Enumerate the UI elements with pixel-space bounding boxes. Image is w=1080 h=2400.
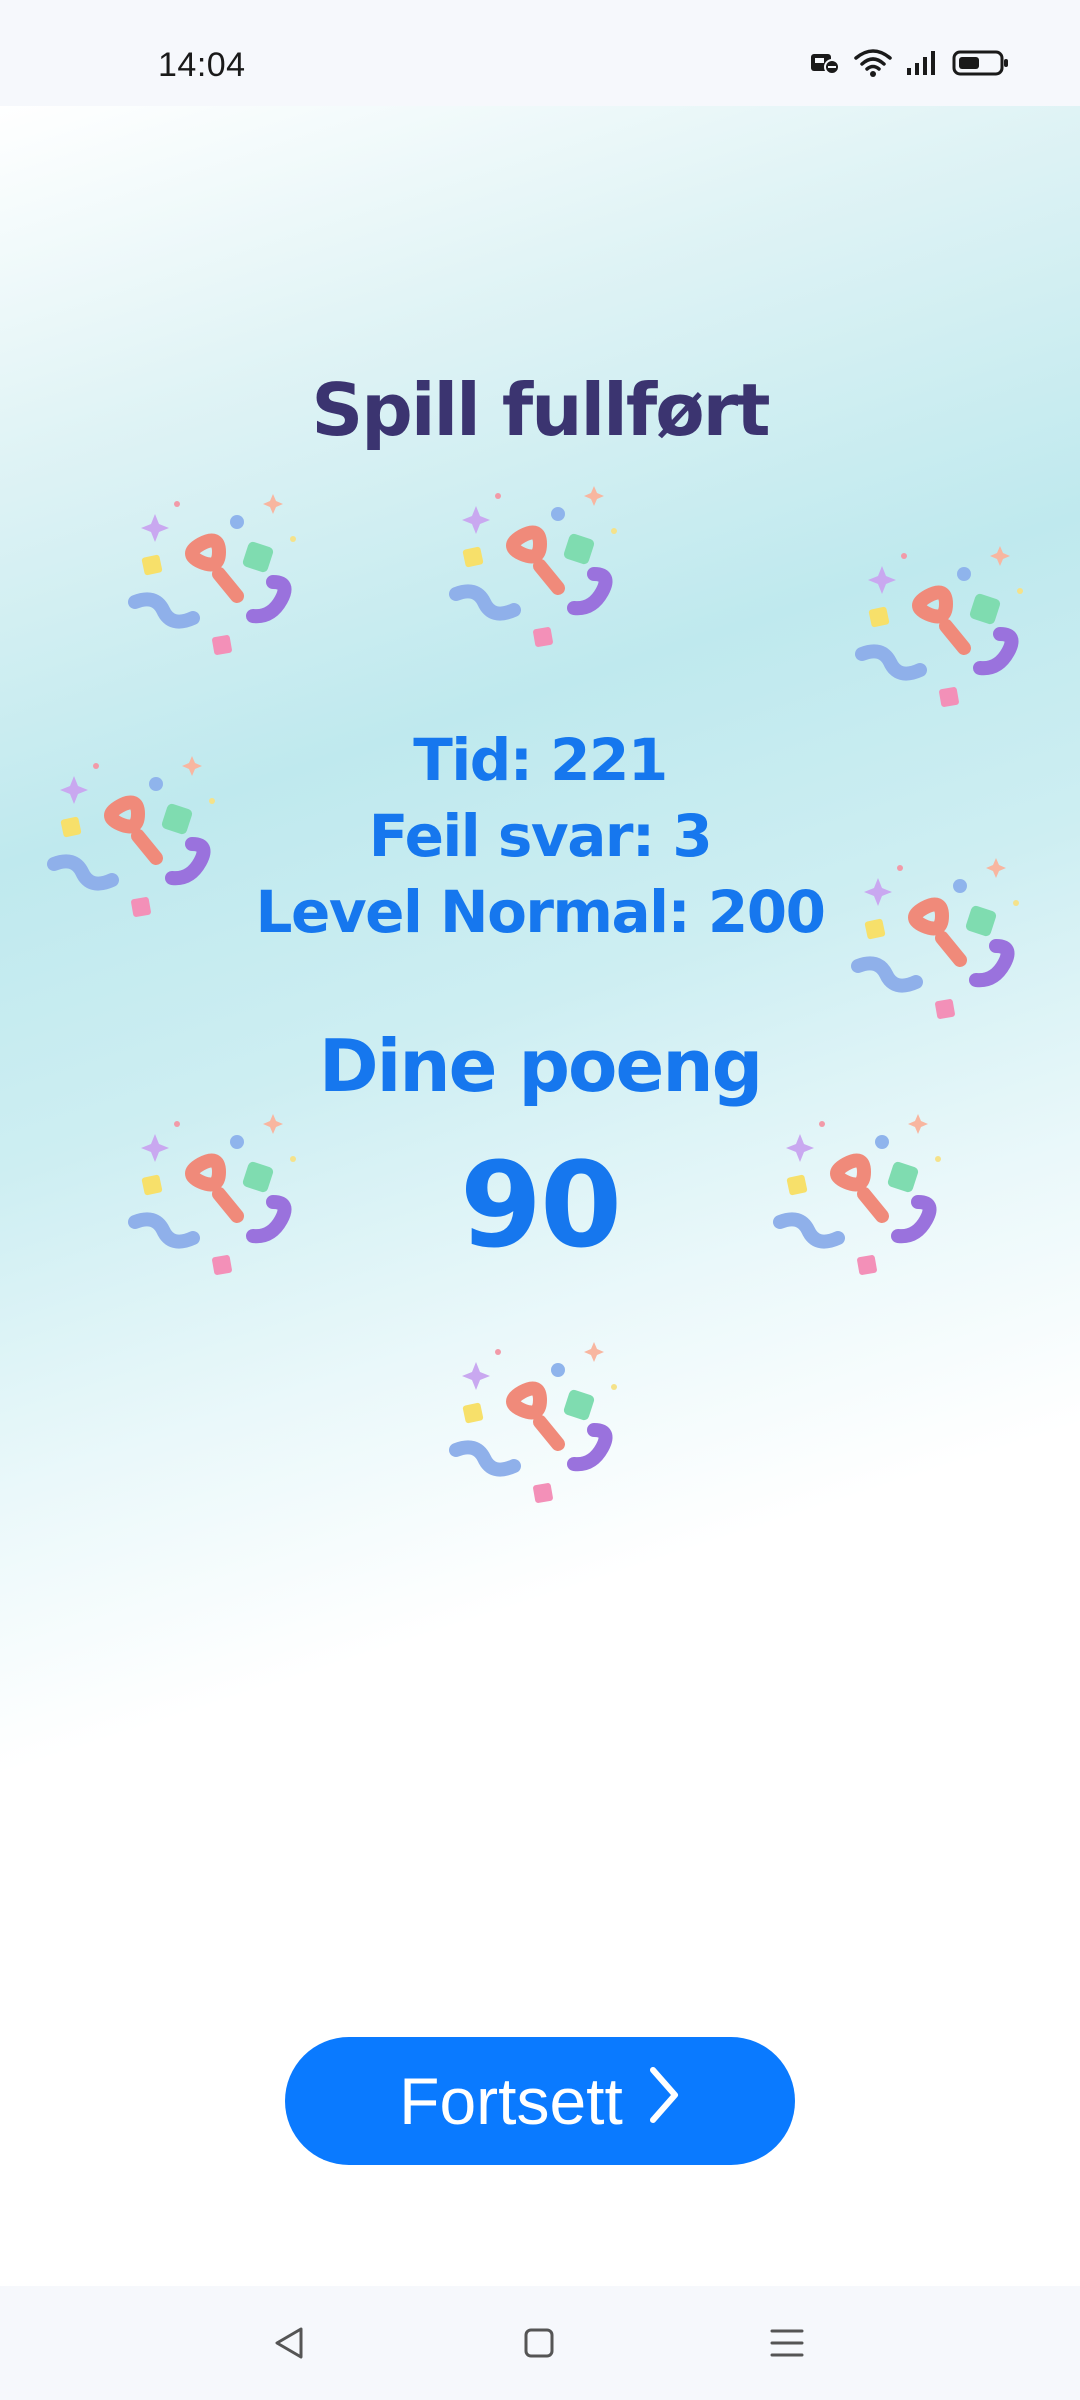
chevron-right-icon (647, 2063, 681, 2139)
confetti-icon (855, 546, 1023, 707)
menu-icon[interactable] (762, 2318, 812, 2368)
level-stat: Level Normal: 200 (255, 878, 826, 946)
media-icon (810, 51, 840, 80)
confetti-icon (128, 494, 296, 655)
wrong-answers-stat: Feil svar: 3 (368, 802, 713, 870)
confetti-icon (449, 486, 617, 647)
status-bar: 14:04 (0, 0, 1080, 106)
game-over-screen: Spill fullført Tid: 221 Feil svar: 3 Lev… (0, 106, 1080, 2286)
confetti-icon (449, 1342, 617, 1503)
wifi-icon (854, 48, 892, 83)
continue-button[interactable]: Fortsett (285, 2037, 795, 2165)
home-icon[interactable] (514, 2318, 564, 2368)
page-title: Spill fullført (311, 368, 770, 452)
status-time: 14:04 (158, 46, 246, 84)
score-value: 90 (459, 1136, 622, 1274)
continue-button-label: Fortsett (399, 2064, 623, 2138)
signal-icon (906, 50, 938, 81)
battery-icon (952, 49, 1010, 82)
time-stat: Tid: 221 (413, 726, 668, 794)
score-label: Dine poeng (318, 1024, 763, 1108)
status-icons (810, 48, 1010, 83)
back-icon[interactable] (264, 2318, 314, 2368)
